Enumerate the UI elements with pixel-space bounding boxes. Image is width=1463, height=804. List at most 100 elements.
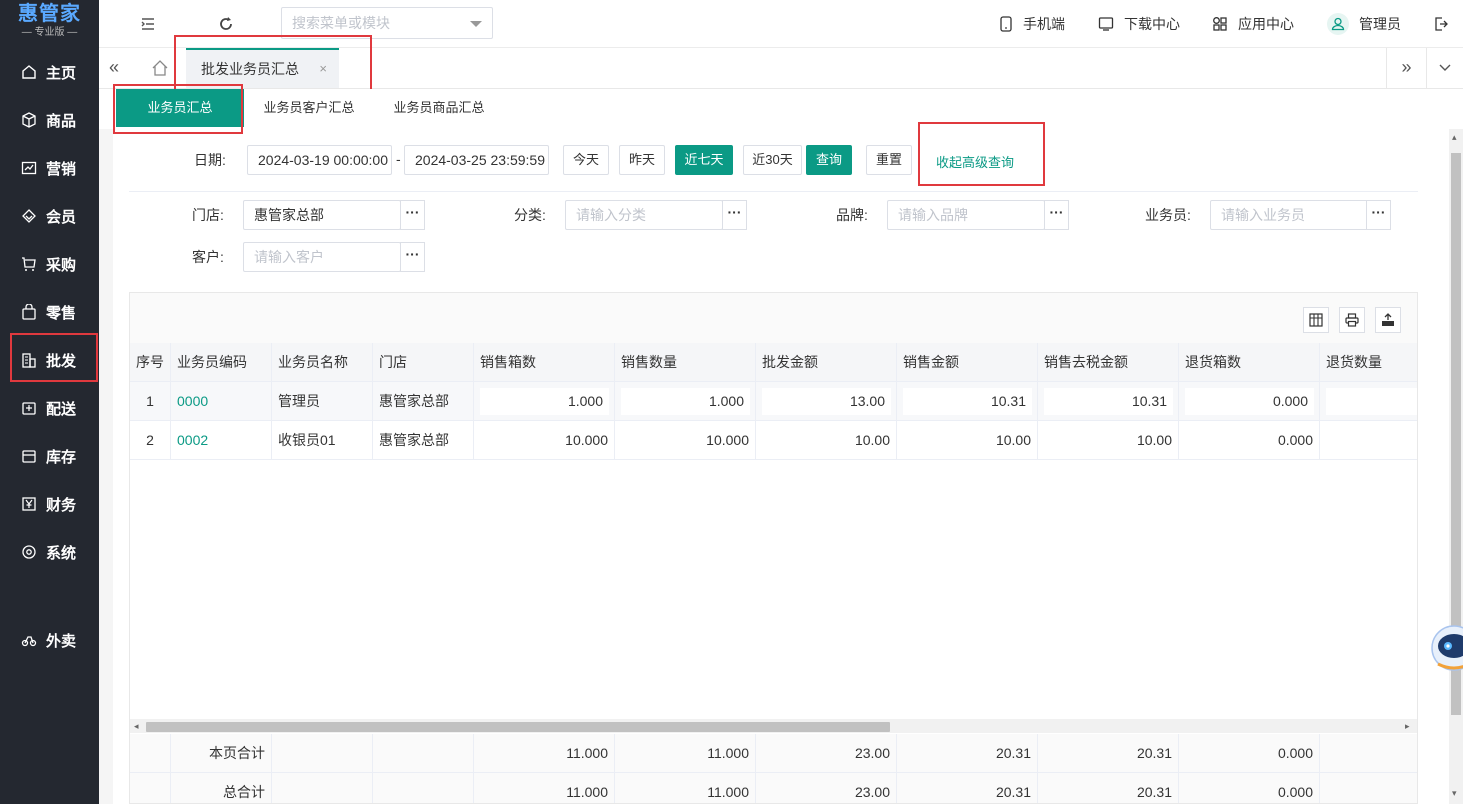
store-picker-button[interactable]: ··· <box>400 200 425 230</box>
tabs-scroll-right-icon[interactable]: » <box>1386 48 1426 88</box>
salesman-code-link[interactable]: 0002 <box>171 421 272 460</box>
tabs-scroll-left-icon[interactable]: « <box>109 58 119 76</box>
salesman-input[interactable]: 请输入业务员 <box>1210 200 1368 230</box>
scroll-left-arrow-icon[interactable]: ◂ <box>134 722 139 731</box>
empty-cell <box>373 773 474 803</box>
salesman-name: 管理员 <box>272 382 373 421</box>
grand-total-sales-ex-tax: 20.31 <box>1038 773 1179 803</box>
store-input[interactable]: 惠管家总部 <box>243 200 401 230</box>
sidebar-item-wholesale[interactable]: 批发 <box>0 336 99 384</box>
home-tab-icon[interactable] <box>151 59 169 80</box>
avatar <box>1327 13 1349 35</box>
salesman-picker-button[interactable]: ··· <box>1366 200 1391 230</box>
col-header[interactable]: 销售箱数 <box>474 343 615 382</box>
search-placeholder: 搜索菜单或模块 <box>292 15 390 31</box>
sales-amount-value: 10.31 <box>903 388 1032 415</box>
sidebar-item-finance[interactable]: 财务 <box>0 480 99 528</box>
return-boxes-value: 0.000 <box>1185 388 1314 415</box>
scroll-up-arrow-icon[interactable]: ▴ <box>1452 133 1457 142</box>
col-header[interactable]: 销售数量 <box>615 343 756 382</box>
inventory-icon <box>22 450 36 463</box>
mobile-link[interactable]: 手机端 <box>999 0 1065 48</box>
logo[interactable]: 惠管家 — 专业版 — <box>0 0 99 48</box>
top-bar: 搜索菜单或模块 手机端 下载中心 应用中心 管理员 <box>99 0 1463 48</box>
sidebar-item-retail[interactable]: 零售 <box>0 288 99 336</box>
page-vertical-scrollbar[interactable]: ▴ ▾ <box>1449 129 1463 804</box>
last-7-days-button[interactable]: 近七天 <box>675 145 733 175</box>
tab-salesman-summary[interactable]: 业务员汇总 <box>116 89 244 127</box>
sidebar-item-goods[interactable]: 商品 <box>0 96 99 144</box>
sidebar-item-member[interactable]: 会员 <box>0 192 99 240</box>
category-input[interactable]: 请输入分类 <box>565 200 723 230</box>
sidebar-item-label: 批发 <box>46 352 77 370</box>
phone-icon <box>1000 16 1012 32</box>
app-center-link[interactable]: 应用中心 <box>1212 0 1294 48</box>
category-picker-button[interactable]: ··· <box>722 200 747 230</box>
reset-button[interactable]: 重置 <box>866 145 912 175</box>
bike-icon <box>21 636 37 647</box>
yesterday-button[interactable]: 昨天 <box>619 145 665 175</box>
horizontal-scroll-thumb[interactable] <box>146 722 890 732</box>
empty-cell <box>373 734 474 773</box>
table-row[interactable]: 2 0002 收银员01 惠管家总部 10.000 10.000 10.00 1… <box>130 421 1417 460</box>
col-header[interactable]: 销售去税金额 <box>1038 343 1179 382</box>
sidebar-item-system[interactable]: 系统 <box>0 528 99 576</box>
col-header[interactable]: 销售金额 <box>897 343 1038 382</box>
brand-label: 品牌: <box>836 207 868 223</box>
today-button[interactable]: 今天 <box>563 145 609 175</box>
brand-input[interactable]: 请输入品牌 <box>887 200 1045 230</box>
col-header[interactable]: 门店 <box>373 343 474 382</box>
logout-icon[interactable] <box>1431 14 1451 34</box>
close-icon[interactable]: × <box>319 50 327 88</box>
col-header[interactable]: 退货数量 <box>1320 343 1417 382</box>
tab-label: 批发业务员汇总 <box>201 61 299 77</box>
sidebar-item-label: 财务 <box>46 496 77 514</box>
col-header[interactable]: 业务员编码 <box>171 343 272 382</box>
mobile-label: 手机端 <box>1023 16 1065 32</box>
page-total-sales-ex-tax: 20.31 <box>1038 734 1179 773</box>
tab-wholesale-salesman-summary[interactable]: 批发业务员汇总 × <box>186 48 339 88</box>
sidebar-item-delivery[interactable]: 配送 <box>0 384 99 432</box>
menu-search-select[interactable]: 搜索菜单或模块 <box>281 7 493 39</box>
print-icon[interactable] <box>1339 307 1365 333</box>
tab-salesman-goods-summary[interactable]: 业务员商品汇总 <box>384 89 494 127</box>
page-total-sales-boxes: 11.000 <box>474 734 615 773</box>
empty-cell <box>272 734 373 773</box>
download-center-link[interactable]: 下载中心 <box>1098 0 1180 48</box>
date-end-input[interactable]: 2024-03-25 23:59:59 <box>404 145 549 175</box>
collapse-advanced-query-link[interactable]: 收起高级查询 <box>936 152 1014 171</box>
brand-picker-button[interactable]: ··· <box>1044 200 1069 230</box>
sidebar-item-takeout[interactable]: 外卖 <box>0 616 99 664</box>
sidebar-item-home[interactable]: 主页 <box>0 48 99 96</box>
col-header[interactable]: 批发金额 <box>756 343 897 382</box>
spacer <box>113 282 1450 292</box>
col-header[interactable]: 退货箱数 <box>1179 343 1320 382</box>
sidebar-item-inventory[interactable]: 库存 <box>0 432 99 480</box>
diamond-icon <box>22 209 36 223</box>
customer-picker-button[interactable]: ··· <box>400 242 425 272</box>
assistant-robot-icon[interactable] <box>1430 616 1463 676</box>
horizontal-scrollbar[interactable]: ◂ ▸ <box>130 719 1417 733</box>
tab-salesman-customer-summary[interactable]: 业务员客户汇总 <box>254 89 364 127</box>
tabs-menu-chevron-icon[interactable] <box>1426 48 1463 88</box>
table-row[interactable]: 1 0000 管理员 惠管家总部 1.000 1.000 13.00 10.31… <box>130 382 1417 421</box>
salesman-code-link[interactable]: 0000 <box>171 382 272 421</box>
query-button[interactable]: 查询 <box>806 145 852 175</box>
export-icon[interactable] <box>1375 307 1401 333</box>
menu-collapse-icon[interactable] <box>138 14 158 34</box>
user-name: 管理员 <box>1359 16 1401 32</box>
last-30-days-button[interactable]: 近30天 <box>743 145 802 175</box>
refresh-icon[interactable] <box>216 14 236 34</box>
scroll-down-arrow-icon[interactable]: ▾ <box>1452 789 1457 798</box>
date-start-input[interactable]: 2024-03-19 00:00:00 <box>247 145 392 175</box>
grand-total-sales-boxes: 11.000 <box>474 773 615 803</box>
sidebar-item-marketing[interactable]: 营销 <box>0 144 99 192</box>
col-header[interactable]: 业务员名称 <box>272 343 373 382</box>
settings-icon <box>22 545 36 559</box>
sidebar-item-purchase[interactable]: 采购 <box>0 240 99 288</box>
row-index: 1 <box>130 382 171 421</box>
scroll-right-arrow-icon[interactable]: ▸ <box>1405 722 1410 731</box>
user-menu[interactable]: 管理员 <box>1327 0 1401 48</box>
customer-input[interactable]: 请输入客户 <box>243 242 401 272</box>
column-settings-icon[interactable] <box>1303 307 1329 333</box>
